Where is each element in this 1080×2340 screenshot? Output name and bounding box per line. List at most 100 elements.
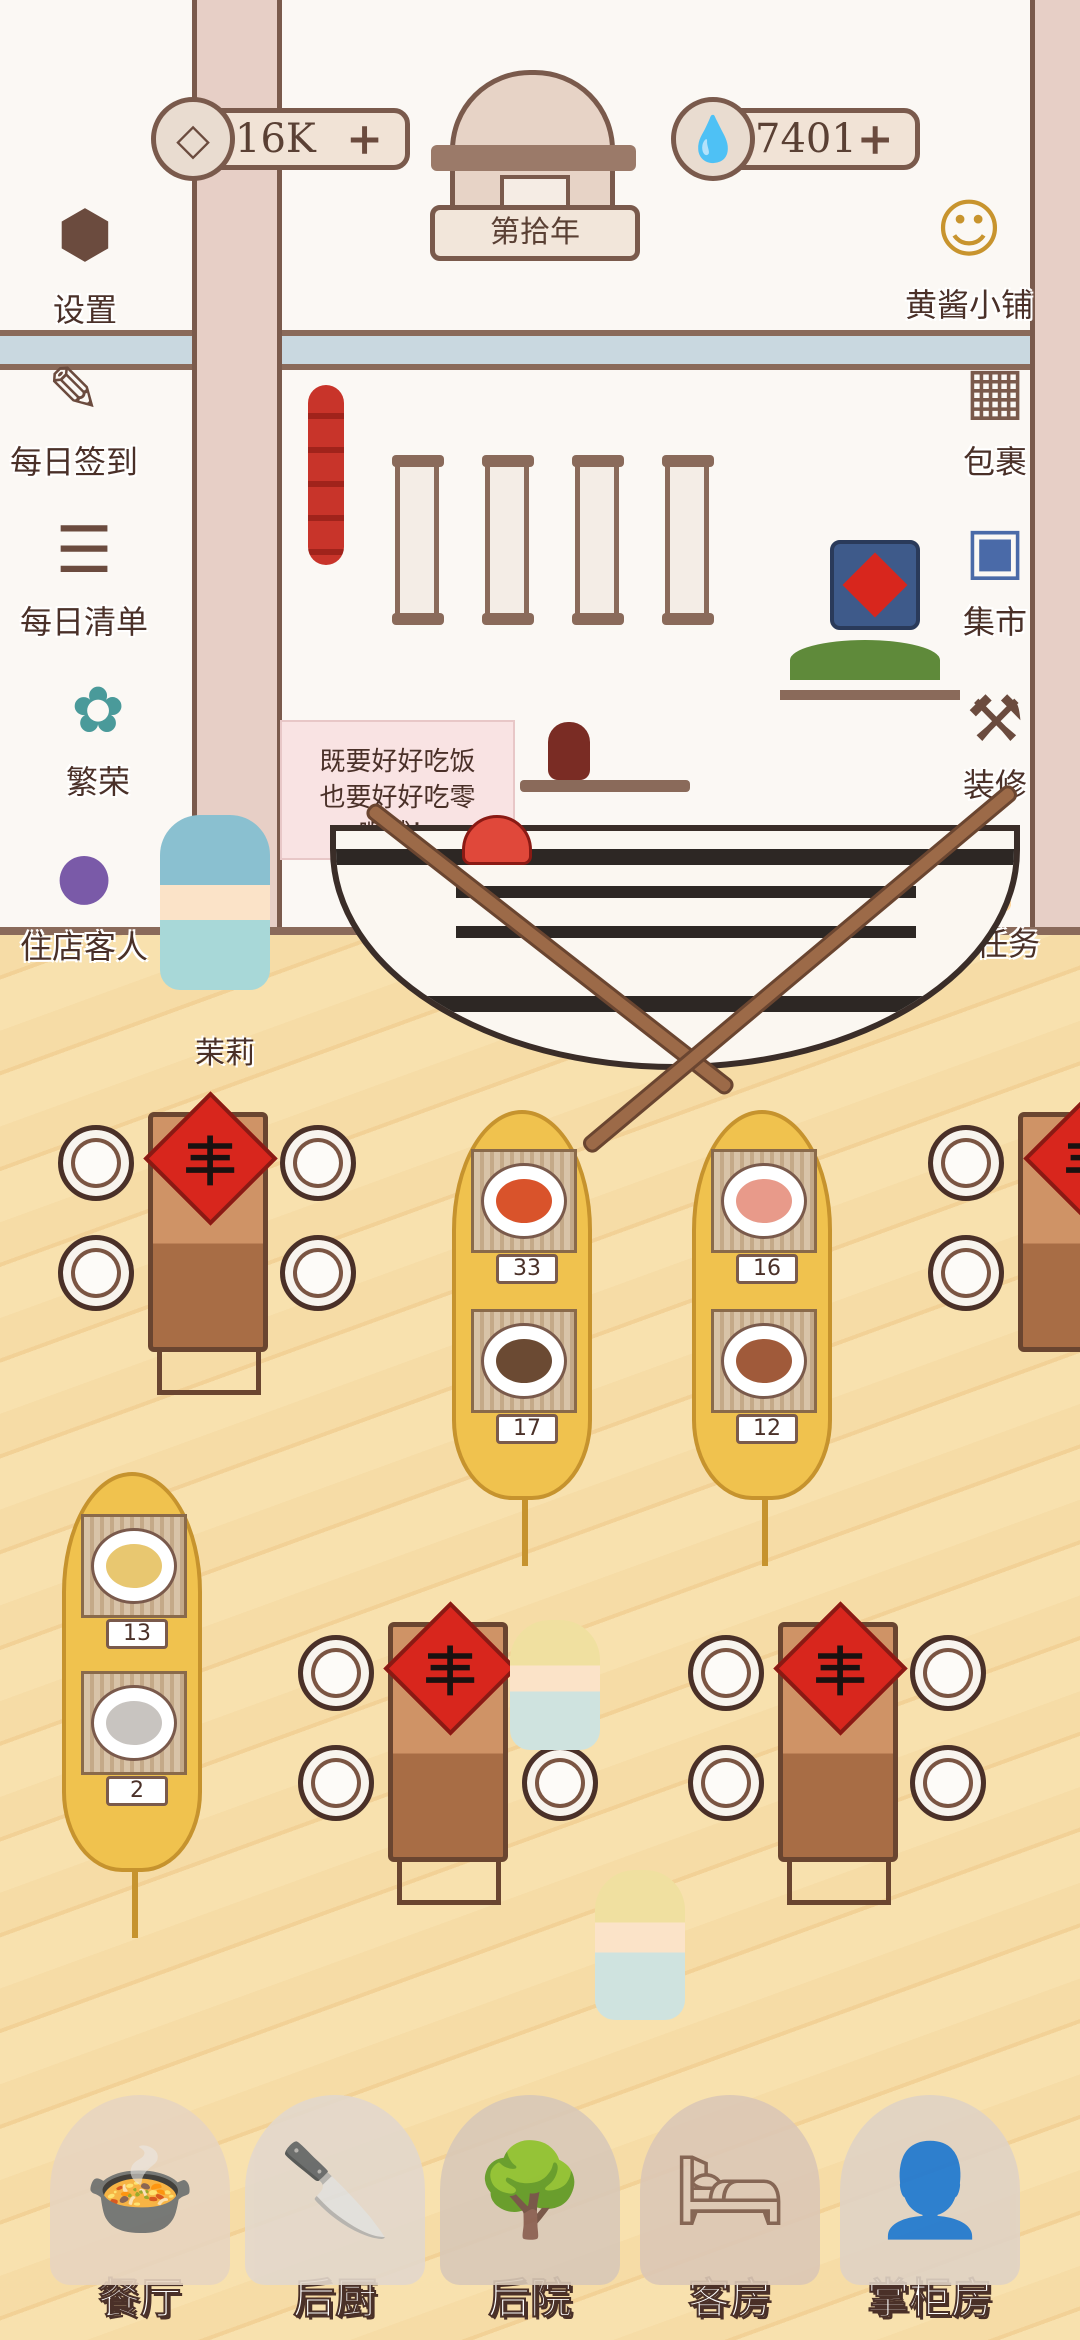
seat [522,1745,598,1821]
menu-settings[interactable]: ⬢ 设置 [30,185,140,331]
guide-name: 茉莉 [195,1036,255,1071]
nav-kitchen[interactable]: 🔪 后厨 [235,2050,435,2340]
seat [280,1235,356,1311]
menu-prosperity-label: 繁荣 [65,763,130,801]
seat [928,1125,1004,1201]
dish-item[interactable]: 13 [81,1514,187,1649]
table-fu-3: 丰 [424,1642,477,1704]
seat [688,1745,764,1821]
coin-counter[interactable]: ◇ 16K + [151,97,410,181]
add-coins-button[interactable]: + [346,114,383,165]
menu-package-label: 包裹 [962,443,1027,481]
dish-count: 12 [736,1414,798,1444]
add-water-button[interactable]: + [857,114,894,165]
menu-guests-label: 住店客人 [20,928,149,966]
dining-table-1[interactable]: 丰 [143,1091,278,1395]
guests-icon: ● [56,839,112,913]
dish-count: 33 [496,1254,558,1284]
dish-item[interactable]: 16 [711,1149,817,1284]
dish-item[interactable]: 12 [711,1309,817,1444]
menu-settings-label: 设置 [52,291,117,329]
seat [910,1635,986,1711]
backyard-icon: 🌳 [440,2095,620,2285]
nav-manager-room[interactable]: 👤 掌柜房 [830,2050,1030,2340]
menu-daily-list-label: 每日清单 [20,603,149,641]
menu-guests[interactable]: ● 住店客人 [20,830,148,968]
dish-food [736,1339,792,1383]
nav-restaurant[interactable]: 🍲 餐厅 [40,2050,240,2340]
seat [58,1125,134,1201]
dish-item[interactable]: 17 [471,1309,577,1444]
package-icon: ▦ [964,354,1026,428]
wall-scroll-1 [392,455,444,625]
table-fu-2: 丰 [1064,1132,1080,1194]
water-drop-icon: 💧 [671,97,755,181]
dining-table-3[interactable]: 丰 [383,1601,518,1905]
menu-daily-checkin[interactable]: ✎ 每日签到 [10,345,138,483]
menu-decorate[interactable]: ⚒ 装修 [945,680,1045,806]
shop-icon: ☺ [935,193,1003,267]
scarecrow-decoration [790,500,950,690]
daily-checkin-icon: ✎ [47,354,101,428]
dish-count: 17 [496,1414,558,1444]
dish-food [496,1179,552,1223]
nav-backyard[interactable]: 🌳 后院 [430,2050,630,2340]
dish-item[interactable]: 33 [471,1149,577,1284]
dining-table-2[interactable]: 丰 [1018,1091,1080,1352]
dish-food [106,1701,162,1745]
dish-count: 16 [736,1254,798,1284]
bottom-nav: 🍲 餐厅 🔪 后厨 🌳 后院 🛏 客房 👤 掌柜房 [0,2050,1080,2340]
seat [298,1635,374,1711]
dish-leaf-3: 13 2 [62,1472,202,1938]
customer-seated[interactable] [510,1620,600,1750]
table-fu-4: 丰 [814,1642,867,1704]
coin-value: 16K [235,116,316,162]
decorate-icon: ⚒ [966,683,1024,757]
menu-shop-label: 黄酱小铺 [905,286,1034,324]
nav-guest-room[interactable]: 🛏 客房 [630,2050,830,2340]
dish-food [736,1179,792,1223]
seat [58,1235,134,1311]
dish-leaf-1: 33 17 [452,1110,592,1566]
seat [910,1745,986,1821]
chili-string-decoration [308,385,344,565]
menu-prosperity[interactable]: ✿ 繁荣 [48,665,148,803]
wall-scroll-3 [572,455,624,625]
dish-food [496,1339,552,1383]
market-icon: ▣ [964,514,1026,588]
guest-room-icon: 🛏 [640,2095,820,2285]
year-house-icon [431,70,636,221]
settings-icon: ⬢ [57,198,113,272]
guide-character[interactable] [160,815,270,990]
dish-count: 2 [106,1776,168,1806]
customer-walking[interactable] [595,1870,685,2020]
year-label[interactable]: 第拾年 [430,205,640,261]
dish-item[interactable]: 2 [81,1671,187,1806]
menu-shop[interactable]: ☺ 黄酱小铺 [905,180,1033,326]
menu-package[interactable]: ▦ 包裹 [945,345,1045,483]
market-shelf [780,690,960,700]
wall-scroll-2 [482,455,534,625]
water-counter[interactable]: 💧 7401 + [671,97,920,181]
dish-leaf-2: 16 12 [692,1110,832,1566]
seat [688,1635,764,1711]
wine-jar [548,722,590,780]
manager-room-icon: 👤 [840,2095,1020,2285]
wall-note-line-1: 既要好好吃饭 [319,747,476,777]
wall-scroll-4 [662,455,714,625]
menu-market[interactable]: ▣ 集市 [945,505,1045,643]
dish-food [106,1544,162,1588]
menu-daily-list[interactable]: ☰ 每日清单 [20,505,148,643]
dish-count: 13 [106,1619,168,1649]
seat [928,1235,1004,1311]
dining-table-4[interactable]: 丰 [773,1601,908,1905]
menu-daily-checkin-label: 每日签到 [10,443,139,481]
wall-shelf [520,780,690,792]
restaurant-icon: 🍲 [50,2095,230,2285]
seat [280,1125,356,1201]
seat [298,1745,374,1821]
prosperity-icon: ✿ [71,674,125,748]
menu-market-label: 集市 [962,603,1027,641]
table-fu-1: 丰 [184,1132,237,1194]
kitchen-icon: 🔪 [245,2095,425,2285]
